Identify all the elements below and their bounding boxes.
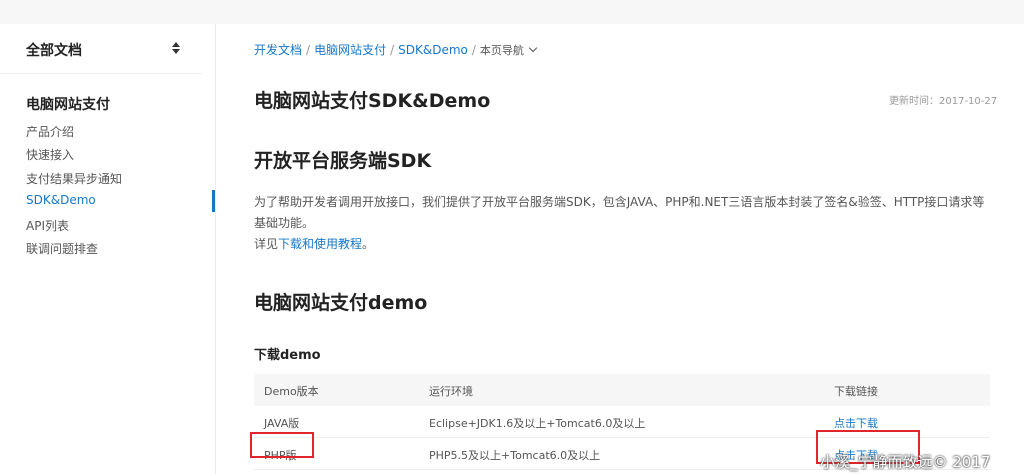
column-header: 运行环境: [429, 385, 473, 398]
breadcrumb-separator: /: [390, 43, 395, 57]
download-tutorial-link[interactable]: 下载和使用教程: [278, 237, 362, 251]
table-header: Demo版本 运行环境 下载链接: [254, 374, 990, 406]
column-header: Demo版本: [264, 385, 319, 398]
demo-env: PHP5.5及以上+Tomcat6.0及以上: [429, 449, 601, 462]
sdk-paragraph: 为了帮助开发者调用开放接口，我们提供了开放平台服务端SDK，包含JAVA、PHP…: [254, 195, 985, 230]
sidebar-item-troubleshoot[interactable]: 联调问题排查: [26, 240, 98, 257]
download-demo-heading: 下载demo: [254, 348, 321, 363]
chevron-down-icon: [528, 43, 538, 53]
breadcrumb-sdk-demo[interactable]: SDK&Demo: [398, 43, 468, 57]
active-indicator: [212, 190, 215, 212]
sidebar: 全部文档 电脑网站支付 产品介绍 快速接入 支付结果异步通知 SDK&Demo …: [0, 24, 216, 474]
sidebar-item-async-notify[interactable]: 支付结果异步通知: [26, 170, 122, 187]
updated-time: 更新时间：2017-10-27: [889, 96, 998, 107]
top-bar: [0, 0, 1024, 24]
main-content: 开发文档 / 电脑网站支付 / SDK&Demo / 本页导航 电脑网站支付SDK&Demo…: [217, 24, 1024, 474]
sidebar-section-title: 电脑网站支付: [26, 97, 110, 113]
sdk-heading: 开放平台服务端SDK: [254, 150, 432, 172]
demo-heading: 电脑网站支付demo: [254, 292, 428, 314]
page-title: 电脑网站支付SDK&Demo: [254, 90, 491, 112]
sidebar-item-intro[interactable]: 产品介绍: [26, 123, 74, 140]
sort-toggle-icon[interactable]: [171, 42, 181, 56]
breadcrumb-pc-pay[interactable]: 电脑网站支付: [314, 43, 386, 57]
page-nav-dropdown[interactable]: 本页导航: [479, 43, 538, 57]
breadcrumb-separator: /: [306, 43, 311, 57]
sidebar-title: 全部文档: [26, 43, 82, 59]
download-link-java[interactable]: 点击下载: [834, 415, 878, 431]
see-prefix: 详见: [254, 237, 279, 251]
sdk-description: 为了帮助开发者调用开放接口，我们提供了开放平台服务端SDK，包含JAVA、PHP…: [254, 192, 989, 255]
breadcrumb-separator: /: [471, 43, 476, 57]
see-suffix: 。: [362, 237, 375, 251]
watermark: 小溪_宁静而致远© 2017: [820, 453, 991, 471]
column-header: 下载链接: [834, 385, 878, 398]
sdk-see-more: 详见下载和使用教程。: [254, 234, 989, 255]
page-nav-label: 本页导航: [479, 44, 524, 57]
breadcrumb-docs[interactable]: 开发文档: [254, 43, 302, 57]
sidebar-header[interactable]: 全部文档: [0, 24, 202, 74]
breadcrumb: 开发文档 / 电脑网站支付 / SDK&Demo / 本页导航: [254, 41, 538, 58]
demo-env: Eclipse+JDK1.6及以上+Tomcat6.0及以上: [429, 417, 646, 430]
demo-version: JAVA版: [264, 417, 300, 430]
highlight-box-java: [250, 432, 314, 458]
sidebar-item-quick-start[interactable]: 快速接入: [26, 146, 74, 163]
sidebar-item-sdk-demo[interactable]: SDK&Demo: [26, 193, 96, 207]
sidebar-item-api-list[interactable]: API列表: [26, 217, 69, 234]
